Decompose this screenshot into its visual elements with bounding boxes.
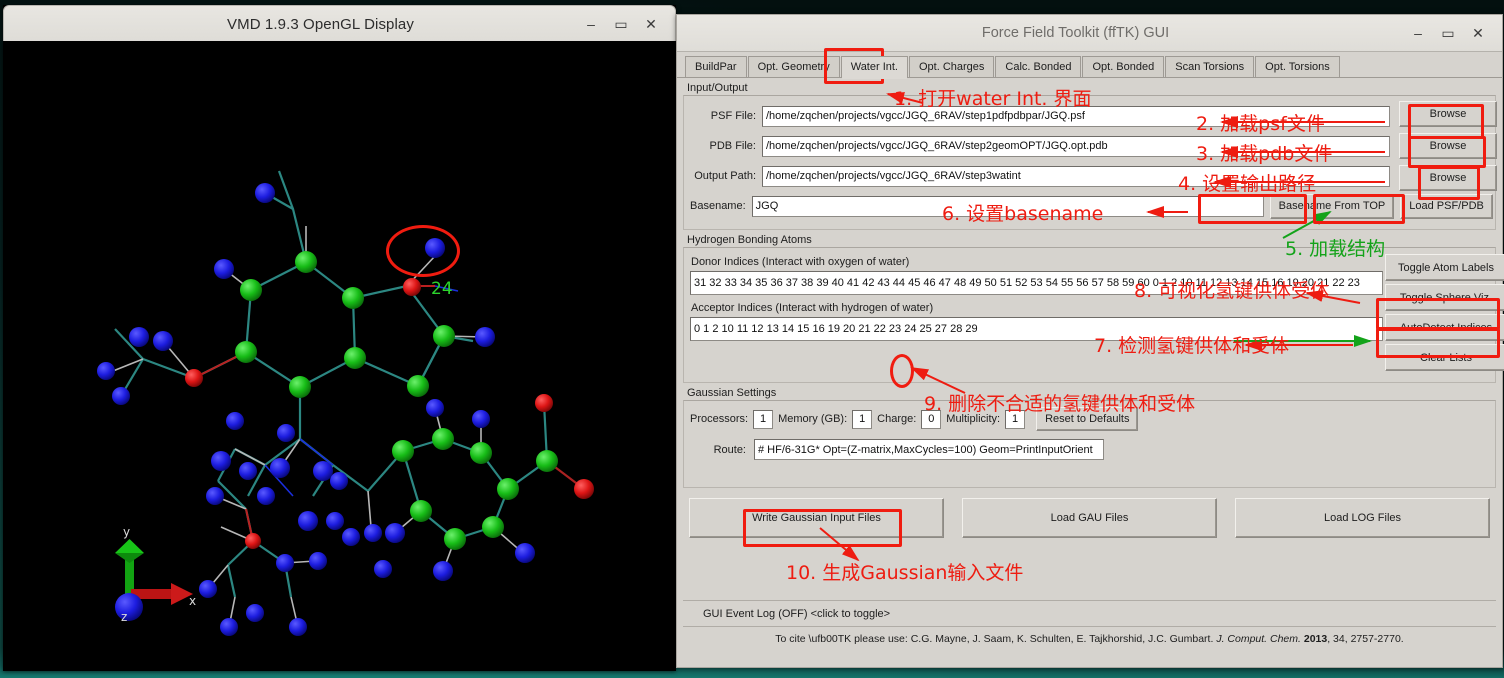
atom-index-label: 24: [431, 279, 453, 299]
memory-label: Memory (GB):: [778, 413, 848, 425]
highlight-write-gaussian-button: [743, 509, 902, 547]
route-input[interactable]: # HF/6-31G* Opt=(Z-matrix,MaxCycles=100)…: [754, 439, 1104, 460]
close-icon[interactable]: ✕: [637, 12, 665, 36]
citation-journal: J. Comput. Chem.: [1216, 633, 1301, 645]
carbon-atoms: [235, 251, 558, 550]
citation-text: To cite \ufb00TK please use: C.G. Mayne,…: [683, 626, 1496, 645]
load-gau-files-button[interactable]: Load GAU Files: [962, 498, 1217, 538]
processors-input[interactable]: 1: [753, 409, 774, 429]
hydrogen-bonding-group-label: Hydrogen Bonding Atoms: [687, 234, 812, 246]
axis-label-x: x: [189, 594, 196, 608]
charge-input[interactable]: 0: [921, 409, 942, 429]
citation-year: 2013: [1303, 633, 1328, 645]
maximize-icon[interactable]: ▭: [607, 12, 635, 36]
donor-indices-input[interactable]: 31 32 33 34 35 36 37 38 39 40 41 42 43 4…: [690, 271, 1383, 295]
tab-opt-bonded[interactable]: Opt. Bonded: [1082, 56, 1165, 78]
tab-opt-torsions[interactable]: Opt. Torsions: [1255, 56, 1340, 78]
gui-event-log-toggle[interactable]: GUI Event Log (OFF) <click to toggle>: [683, 600, 1496, 626]
hydrogen-bonding-group: Donor Indices (Interact with oxygen of w…: [683, 247, 1504, 383]
psf-file-input[interactable]: /home/zqchen/projects/vgcc/JGQ_6RAV/step…: [762, 105, 1390, 127]
axis-label-y: y: [123, 525, 130, 539]
fftk-titlebar: Force Field Toolkit (ffTK) GUI – ▭ ✕: [677, 15, 1502, 52]
highlight-toggle-sphere-viz: [1376, 298, 1500, 330]
route-row: Route: # HF/6-31G* Opt=(Z-matrix,MaxCycl…: [690, 439, 1489, 460]
basename-label: Basename:: [690, 200, 746, 212]
tab-water-int[interactable]: Water Int.: [840, 56, 908, 79]
tab-scan-torsions[interactable]: Scan Torsions: [1165, 56, 1255, 78]
highlight-load-psf-pdb: [1313, 194, 1405, 224]
toggle-atom-labels-button[interactable]: Toggle Atom Labels: [1385, 254, 1504, 281]
tab-buildpar[interactable]: BuildPar: [685, 56, 747, 78]
donor-indices-label: Donor Indices (Interact with oxygen of w…: [691, 256, 910, 268]
output-path-row: Output Path: /home/zqchen/projects/vgcc/…: [690, 161, 1390, 191]
gaussian-settings-group-label: Gaussian Settings: [687, 387, 777, 399]
vmd-window-title: VMD 1.9.3 OpenGL Display: [227, 15, 414, 33]
axis-label-z: z: [121, 610, 127, 624]
processors-label: Processors:: [690, 413, 749, 425]
highlight-atom-24: [386, 225, 460, 277]
memory-input[interactable]: 1: [852, 409, 873, 429]
hbond-fields: Donor Indices (Interact with oxygen of w…: [684, 254, 1383, 341]
pdb-file-label: PDB File:: [709, 140, 756, 152]
multiplicity-label: Multiplicity:: [946, 413, 1001, 425]
citation-rest: , 34, 2757-2770.: [1327, 633, 1404, 645]
highlight-browse-output: [1418, 166, 1480, 200]
reset-to-defaults-button[interactable]: Reset to Defaults: [1036, 407, 1139, 431]
highlight-acceptor-index-24: [890, 354, 914, 388]
tab-bar: BuildPar Opt. Geometry Water Int. Opt. C…: [677, 52, 1502, 79]
citation-prefix: To cite \ufb00TK please use: C.G. Mayne,…: [775, 633, 1214, 645]
minimize-icon[interactable]: –: [577, 12, 605, 36]
acceptor-indices-input[interactable]: 0 1 2 10 11 12 13 14 15 16 19 20 21 22 2…: [690, 317, 1383, 341]
output-path-label: Output Path:: [694, 170, 756, 182]
close-icon[interactable]: ✕: [1464, 21, 1492, 45]
multiplicity-input[interactable]: 1: [1005, 409, 1026, 429]
vmd-window: VMD 1.9.3 OpenGL Display – ▭ ✕ 24 y x z: [3, 5, 676, 671]
maximize-icon[interactable]: ▭: [1434, 21, 1462, 45]
molecule-render: 24 y x z: [97, 170, 594, 636]
output-path-input[interactable]: /home/zqchen/projects/vgcc/JGQ_6RAV/step…: [762, 165, 1390, 187]
fftk-window-title: Force Field Toolkit (ffTK) GUI: [981, 25, 1170, 41]
highlight-basename-from-top: [1198, 194, 1307, 224]
nitrogen-hydrogen-atoms: [97, 183, 535, 636]
tab-opt-charges[interactable]: Opt. Charges: [909, 56, 995, 78]
fftk-window-controls: – ▭ ✕: [1404, 21, 1502, 45]
axis-indicator: y x z: [115, 525, 196, 624]
vmd-opengl-canvas[interactable]: 24 y x z: [3, 41, 676, 671]
psf-file-label: PSF File:: [710, 110, 756, 122]
basename-input[interactable]: JGQ: [751, 195, 1264, 217]
acceptor-indices-label: Acceptor Indices (Interact with hydrogen…: [691, 302, 934, 314]
vmd-titlebar: VMD 1.9.3 OpenGL Display – ▭ ✕: [3, 5, 676, 43]
psf-file-row: PSF File: /home/zqchen/projects/vgcc/JGQ…: [690, 101, 1390, 131]
pdb-file-row: PDB File: /home/zqchen/projects/vgcc/JGQ…: [690, 131, 1390, 161]
highlight-browse-psf: [1408, 104, 1484, 139]
vmd-window-controls: – ▭ ✕: [577, 12, 675, 36]
highlight-browse-pdb: [1408, 136, 1486, 168]
tab-calc-bonded[interactable]: Calc. Bonded: [995, 56, 1082, 78]
load-log-files-button[interactable]: Load LOG Files: [1235, 498, 1490, 538]
pdb-file-input[interactable]: /home/zqchen/projects/vgcc/JGQ_6RAV/step…: [762, 135, 1390, 157]
minimize-icon[interactable]: –: [1404, 21, 1432, 45]
charge-label: Charge:: [877, 413, 917, 425]
input-output-group-label: Input/Output: [687, 82, 748, 94]
gaussian-settings-group: Processors: 1 Memory (GB): 1 Charge: 0 M…: [683, 400, 1496, 488]
route-label: Route:: [713, 443, 746, 456]
highlight-autodetect-indices: [1376, 328, 1500, 358]
